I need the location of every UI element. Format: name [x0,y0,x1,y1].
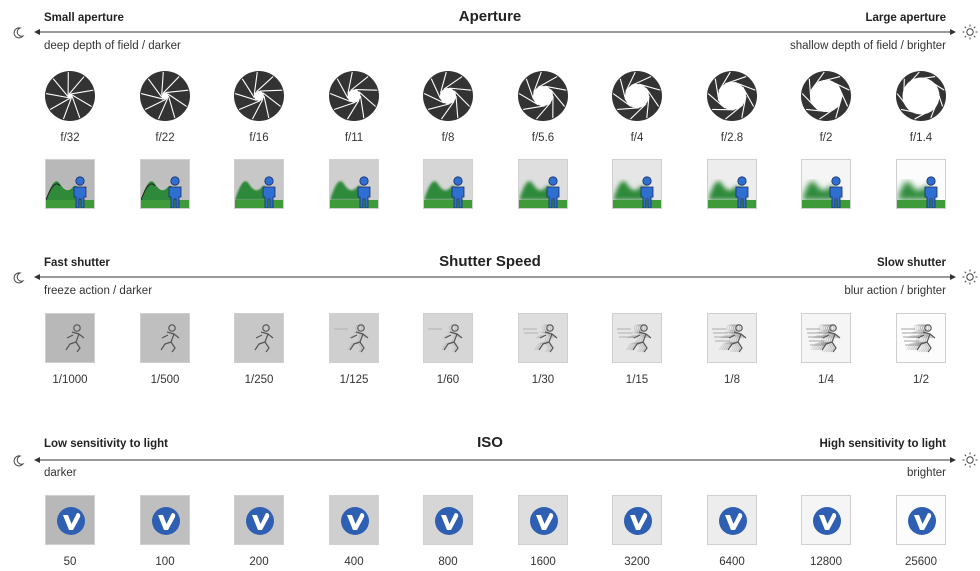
iso-value-label: 25600 [905,556,937,568]
sun-icon [962,24,978,40]
aperture-axis [34,29,956,35]
shutter-speed-label: 1/500 [150,374,180,386]
iso-value-label: 50 [63,556,77,568]
aperture-stop-label: f/1.4 [909,132,933,144]
shutter-speed-label: 1/8 [724,374,740,386]
shutter-speed-label: 1/60 [436,374,460,386]
landscape-person-icon [518,159,568,209]
aperture-iris-icon [518,71,568,121]
moon-icon [13,27,25,39]
running-person-icon [140,313,190,363]
landscape-person-icon [707,159,757,209]
iso-value-label: 200 [249,556,269,568]
landscape-person-icon [45,159,95,209]
iso-value-label: 400 [344,556,364,568]
aperture-stop-label: f/2.8 [720,132,744,144]
running-person-icon [612,313,662,363]
v-logo-icon [423,495,473,545]
v-logo-icon [234,495,284,545]
iso-section: ISO Low sensitivity to light High sensit… [0,426,980,571]
iso-axis [34,457,956,463]
running-person-icon [518,313,568,363]
shutter-speed-label: 1/125 [339,374,369,386]
aperture-stop-label: f/16 [249,132,269,144]
aperture-section: Aperture Small aperture Large aperture d… [0,0,980,220]
landscape-person-icon [801,159,851,209]
v-logo-icon [140,495,190,545]
landscape-person-icon [612,159,662,209]
shutter-left-title: Fast shutter [44,257,110,269]
landscape-person-icon [423,159,473,209]
iso-value-label: 100 [155,556,175,568]
aperture-stop-label: f/4 [630,132,644,144]
shutter-left-subtitle: freeze action / darker [44,285,153,297]
aperture-stop-label: f/8 [441,132,455,144]
landscape-person-icon [140,159,190,209]
aperture-stop-label: f/32 [60,132,80,144]
landscape-person-icon [329,159,379,209]
aperture-iris-icon [612,71,662,121]
iso-value-label: 6400 [719,556,745,568]
v-logo-icon [612,495,662,545]
aperture-iris-icon [801,71,851,121]
iso-value-label: 12800 [810,556,842,568]
shutter-speed-label: 1/2 [913,374,929,386]
shutter-speed-label: 1/250 [244,374,274,386]
landscape-person-icon [234,159,284,209]
running-person-icon [896,313,946,363]
running-person-icon [801,313,851,363]
iso-value-label: 1600 [530,556,556,568]
sun-icon [962,452,978,468]
iso-right-title: High sensitivity to light [819,438,946,450]
v-logo-icon [518,495,568,545]
shutter-right-subtitle: blur action / brighter [844,285,946,297]
shutter-section: Shutter Speed Fast shutter Slow shutter … [0,245,980,405]
aperture-right-title: Large aperture [865,12,946,24]
sun-icon [962,269,978,285]
aperture-iris-icon [45,71,95,121]
v-logo-icon [896,495,946,545]
shutter-title: Shutter Speed [439,253,541,270]
aperture-left-subtitle: deep depth of field / darker [44,40,181,52]
running-person-icon [234,313,284,363]
aperture-left-title: Small aperture [44,12,124,24]
aperture-title: Aperture [458,8,522,25]
moon-icon [13,272,25,284]
running-person-icon [423,313,473,363]
iso-left-title: Low sensitivity to light [44,438,168,450]
aperture-stop-label: f/22 [155,132,175,144]
shutter-speed-label: 1/30 [531,374,555,386]
iso-right-subtitle: brighter [907,467,946,479]
shutter-axis [34,274,956,280]
v-logo-icon [329,495,379,545]
running-person-icon [707,313,757,363]
aperture-iris-icon [423,71,473,121]
shutter-speed-label: 1/4 [818,374,834,386]
aperture-right-subtitle: shallow depth of field / brighter [790,40,946,52]
shutter-right-title: Slow shutter [876,257,946,269]
moon-icon [13,455,25,467]
aperture-iris-icon [896,71,946,121]
v-logo-icon [45,495,95,545]
v-logo-icon [707,495,757,545]
shutter-speed-label: 1/1000 [52,374,88,386]
v-logo-icon [801,495,851,545]
running-person-icon [329,313,379,363]
aperture-iris-icon [329,71,379,121]
aperture-iris-icon [234,71,284,121]
iso-left-subtitle: darker [44,467,77,479]
landscape-person-icon [896,159,946,209]
aperture-iris-icon [140,71,190,121]
aperture-stop-label: f/11 [344,132,364,144]
aperture-iris-icon [707,71,757,121]
iso-value-label: 3200 [624,556,650,568]
running-person-icon [45,313,95,363]
aperture-stop-label: f/5.6 [531,132,555,144]
shutter-speed-label: 1/15 [625,374,649,386]
aperture-stop-label: f/2 [819,132,833,144]
iso-value-label: 800 [438,556,458,568]
